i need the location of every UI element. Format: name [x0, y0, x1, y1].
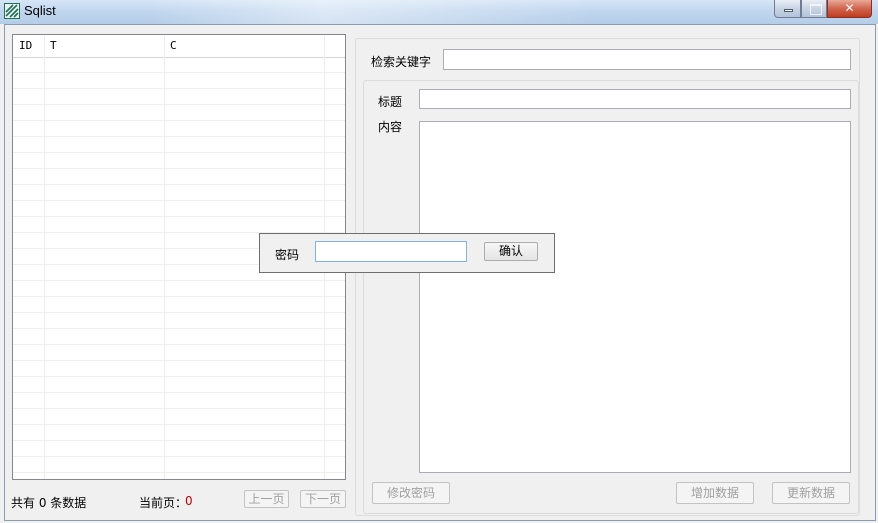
app-window: Sqlist ✕ ID T C 共有 0 条数据 当前页： 0 上一页 下一页 …: [0, 0, 878, 523]
title-bar-glare: [150, 0, 590, 24]
column-header-c[interactable]: C: [164, 35, 324, 57]
current-page-label: 当前页：: [139, 496, 188, 510]
column-header-t[interactable]: T: [44, 35, 164, 57]
add-data-button[interactable]: 增加数据: [676, 482, 754, 504]
minimize-icon: [784, 9, 793, 12]
next-page-button[interactable]: 下一页: [300, 490, 346, 508]
grid-header: ID T C: [13, 35, 345, 58]
close-icon: ✕: [844, 1, 855, 15]
maximize-icon: [810, 4, 822, 15]
column-divider: [44, 35, 45, 479]
password-label: 密码: [275, 248, 300, 262]
title-bar[interactable]: Sqlist ✕: [0, 0, 878, 24]
close-button[interactable]: ✕: [827, 0, 872, 18]
search-input[interactable]: [443, 49, 851, 70]
title-label: 标题: [378, 95, 403, 109]
column-header-id[interactable]: ID: [13, 35, 44, 57]
app-logo-icon: [4, 3, 20, 19]
title-input[interactable]: [419, 89, 851, 109]
update-data-button[interactable]: 更新数据: [772, 482, 850, 504]
prev-page-button[interactable]: 上一页: [244, 490, 289, 508]
change-password-button[interactable]: 修改密码: [372, 482, 450, 504]
minimize-button[interactable]: [774, 0, 801, 18]
search-label: 检索关键字: [371, 55, 432, 69]
total-count-text: 共有 0 条数据: [11, 496, 87, 510]
current-page-value: 0: [185, 494, 193, 508]
column-divider: [164, 35, 165, 479]
confirm-button[interactable]: 确认: [484, 242, 538, 261]
window-title: Sqlist: [24, 3, 56, 18]
content-textarea[interactable]: [419, 121, 851, 473]
password-dialog: 密码 确认: [259, 233, 555, 273]
maximize-button[interactable]: [801, 0, 827, 18]
content-label: 内容: [378, 120, 403, 134]
password-input[interactable]: [315, 241, 467, 262]
